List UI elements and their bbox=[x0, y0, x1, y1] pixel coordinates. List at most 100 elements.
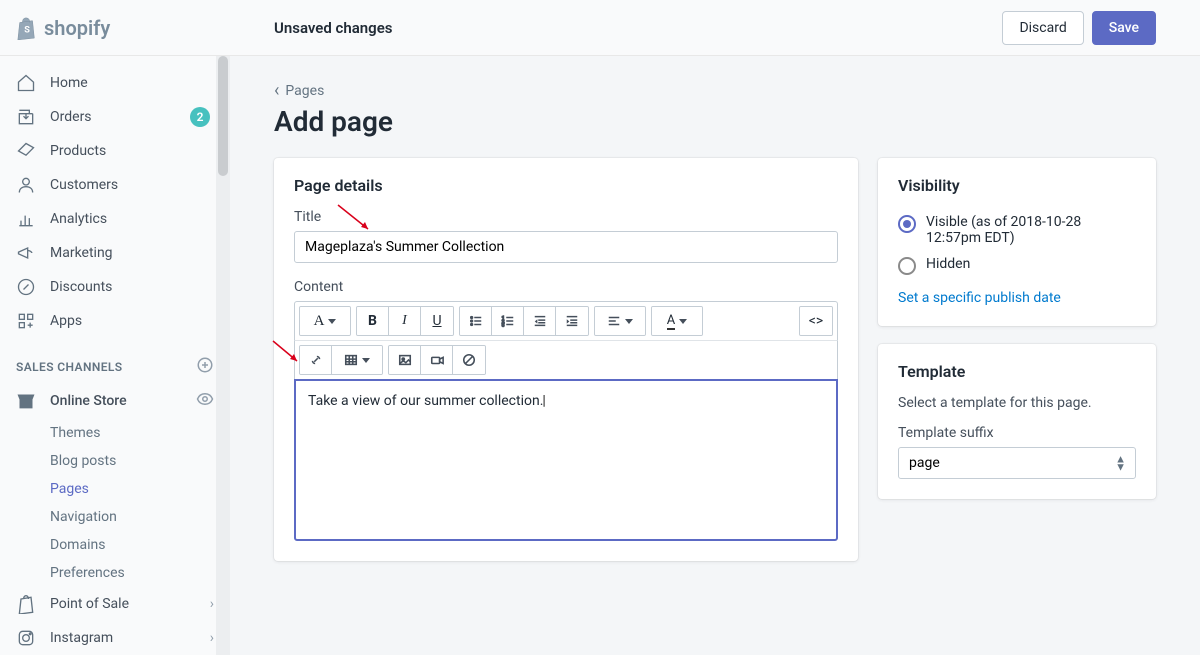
visibility-hidden-option[interactable]: Hidden bbox=[898, 251, 1136, 280]
sidebar-item-label: Customers bbox=[50, 177, 214, 193]
pos-icon bbox=[16, 594, 36, 614]
orders-badge: 2 bbox=[190, 107, 210, 127]
save-button[interactable]: Save bbox=[1092, 11, 1156, 45]
bold-button[interactable]: B bbox=[357, 307, 389, 335]
page-details-card: Page details Title Content A B I bbox=[274, 158, 858, 561]
orders-icon bbox=[16, 107, 36, 127]
radio-label: Visible (as of 2018-10-28 12:57pm EDT) bbox=[926, 214, 1136, 246]
sidebar-item-customers[interactable]: Customers bbox=[0, 168, 230, 202]
sidebar-item-marketing[interactable]: Marketing bbox=[0, 236, 230, 270]
sidebar-sub-navigation[interactable]: Navigation bbox=[0, 503, 230, 531]
insert-video-button[interactable] bbox=[421, 346, 453, 374]
section-label: SALES CHANNELS bbox=[16, 360, 123, 374]
sidebar-sub-domains[interactable]: Domains bbox=[0, 531, 230, 559]
sidebar-item-orders[interactable]: Orders 2 bbox=[0, 100, 230, 134]
apps-icon bbox=[16, 311, 36, 331]
clear-formatting-button[interactable] bbox=[453, 346, 485, 374]
sidebar-item-label: Discounts bbox=[50, 279, 214, 295]
sidebar-sub-pages[interactable]: Pages bbox=[0, 475, 230, 503]
card-title: Visibility bbox=[898, 176, 1136, 195]
sidebar-item-apps[interactable]: Apps bbox=[0, 304, 230, 338]
sidebar-sub-preferences[interactable]: Preferences bbox=[0, 559, 230, 587]
sidebar-item-online-store[interactable]: Online Store bbox=[0, 383, 230, 419]
sidebar-item-pos[interactable]: Point of Sale › bbox=[0, 587, 230, 621]
sidebar-item-label: Instagram bbox=[50, 630, 196, 646]
logo-area: S shopify bbox=[0, 16, 230, 40]
template-suffix-select[interactable]: page bbox=[898, 447, 1136, 479]
online-store-icon bbox=[16, 391, 36, 411]
card-title: Page details bbox=[294, 176, 838, 195]
products-icon bbox=[16, 141, 36, 161]
insert-table-dropdown[interactable] bbox=[332, 346, 382, 374]
radio-icon bbox=[898, 257, 916, 275]
unsaved-changes-label: Unsaved changes bbox=[230, 19, 393, 37]
numbered-list-button[interactable]: 123 bbox=[492, 307, 524, 335]
svg-text:S: S bbox=[24, 25, 30, 35]
view-store-icon[interactable] bbox=[196, 390, 214, 412]
add-channel-icon[interactable] bbox=[196, 356, 214, 377]
sidebar-item-products[interactable]: Products bbox=[0, 134, 230, 168]
set-publish-date-link[interactable]: Set a specific publish date bbox=[898, 280, 1061, 306]
italic-button[interactable]: I bbox=[389, 307, 421, 335]
sidebar-item-label: Home bbox=[50, 75, 214, 91]
breadcrumb[interactable]: ‹ Pages bbox=[274, 80, 1156, 101]
brand[interactable]: S shopify bbox=[16, 16, 110, 40]
sidebar-item-label: Products bbox=[50, 143, 214, 159]
shopify-bag-icon: S bbox=[16, 16, 38, 40]
sidebar-item-label: Apps bbox=[50, 313, 214, 329]
sidebar-item-discounts[interactable]: Discounts bbox=[0, 270, 230, 304]
editor-toolbar-row2 bbox=[294, 340, 838, 379]
page-title: Add page bbox=[274, 105, 1156, 138]
topbar-actions: Discard Save bbox=[1002, 11, 1200, 45]
analytics-icon bbox=[16, 209, 36, 229]
sidebar-item-home[interactable]: Home bbox=[0, 66, 230, 100]
editor-text: Take a view of our summer collection. bbox=[308, 393, 546, 409]
template-helper: Select a template for this page. bbox=[898, 395, 1136, 411]
instagram-icon bbox=[16, 628, 36, 648]
content-label: Content bbox=[294, 279, 838, 295]
editor-toolbar: A B I U 123 bbox=[294, 301, 838, 340]
title-input[interactable] bbox=[294, 231, 838, 263]
indent-button[interactable] bbox=[556, 307, 588, 335]
bullet-list-button[interactable] bbox=[460, 307, 492, 335]
sidebar-item-label: Analytics bbox=[50, 211, 214, 227]
content-editor[interactable]: Take a view of our summer collection. bbox=[294, 379, 838, 541]
visibility-card: Visibility Visible (as of 2018-10-28 12:… bbox=[878, 158, 1156, 326]
visibility-visible-option[interactable]: Visible (as of 2018-10-28 12:57pm EDT) bbox=[898, 209, 1136, 251]
main-content: ‹ Pages Add page Page details Title Cont… bbox=[230, 56, 1200, 655]
outdent-button[interactable] bbox=[524, 307, 556, 335]
insert-link-button[interactable] bbox=[300, 346, 332, 374]
scrollbar-thumb[interactable] bbox=[218, 56, 228, 176]
sidebar-sub-blog-posts[interactable]: Blog posts bbox=[0, 447, 230, 475]
sidebar-item-instagram[interactable]: Instagram › bbox=[0, 621, 230, 655]
customers-icon bbox=[16, 175, 36, 195]
sidebar-item-label: Online Store bbox=[50, 393, 182, 409]
text-color-dropdown[interactable]: A bbox=[652, 307, 702, 335]
svg-text:3: 3 bbox=[501, 323, 504, 328]
discounts-icon bbox=[16, 277, 36, 297]
marketing-icon bbox=[16, 243, 36, 263]
show-html-button[interactable]: <> bbox=[800, 307, 832, 335]
sidebar: Home Orders 2 Products Customers Analyti… bbox=[0, 56, 230, 655]
discard-button[interactable]: Discard bbox=[1002, 11, 1083, 45]
sidebar-item-label: Marketing bbox=[50, 245, 214, 261]
scrollbar-track[interactable] bbox=[216, 56, 230, 655]
radio-label: Hidden bbox=[926, 256, 970, 272]
title-label: Title bbox=[294, 209, 838, 225]
insert-image-button[interactable] bbox=[389, 346, 421, 374]
template-card: Template Select a template for this page… bbox=[878, 344, 1156, 499]
chevron-down-icon: › bbox=[210, 630, 214, 646]
breadcrumb-label: Pages bbox=[285, 83, 324, 99]
sidebar-sub-themes[interactable]: Themes bbox=[0, 419, 230, 447]
chevron-left-icon: ‹ bbox=[274, 80, 279, 101]
underline-button[interactable]: U bbox=[421, 307, 453, 335]
sidebar-item-label: Orders bbox=[50, 109, 176, 125]
sidebar-item-analytics[interactable]: Analytics bbox=[0, 202, 230, 236]
align-dropdown[interactable] bbox=[595, 307, 645, 335]
paragraph-style-dropdown[interactable]: A bbox=[300, 307, 350, 335]
home-icon bbox=[16, 73, 36, 93]
template-suffix-label: Template suffix bbox=[898, 425, 1136, 441]
radio-icon bbox=[898, 215, 916, 233]
topbar: S shopify Unsaved changes Discard Save bbox=[0, 0, 1200, 56]
chevron-down-icon: › bbox=[210, 596, 214, 612]
